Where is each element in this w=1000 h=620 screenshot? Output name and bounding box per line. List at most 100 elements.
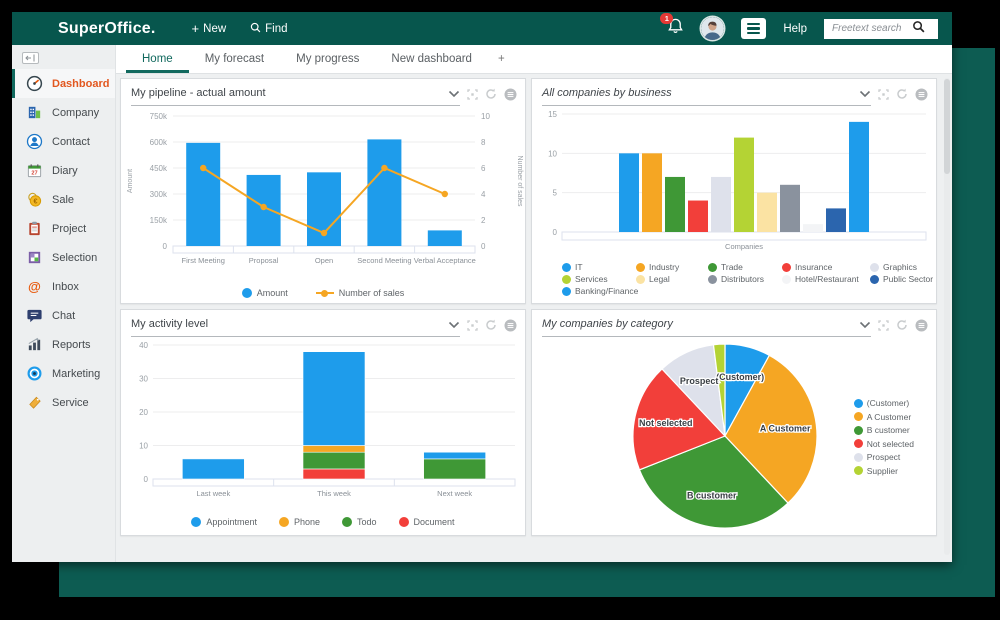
chevron-down-icon[interactable] bbox=[448, 321, 460, 329]
legend-item[interactable]: Todo bbox=[342, 517, 377, 527]
sidebar-item-dashboard[interactable]: Dashboard bbox=[12, 69, 115, 98]
sidebar-item-label: Reports bbox=[52, 339, 91, 351]
main-menu-button[interactable] bbox=[741, 18, 766, 39]
panel-menu-icon[interactable] bbox=[504, 319, 517, 332]
svg-text:Not selected: Not selected bbox=[639, 418, 693, 428]
chat-icon bbox=[25, 307, 43, 324]
sidebar-item-selection[interactable]: Selection bbox=[12, 243, 115, 272]
svg-text:300k: 300k bbox=[150, 190, 168, 199]
refresh-icon[interactable] bbox=[485, 88, 497, 100]
expand-icon[interactable] bbox=[878, 89, 889, 100]
refresh-icon[interactable] bbox=[896, 88, 908, 100]
svg-text:This week: This week bbox=[317, 489, 351, 498]
sale-icon: € bbox=[25, 191, 43, 208]
svg-text:Last week: Last week bbox=[196, 489, 230, 498]
legend-item[interactable]: Insurance bbox=[782, 262, 870, 272]
svg-text:€: € bbox=[33, 197, 37, 205]
legend-item[interactable]: IT bbox=[562, 262, 636, 272]
search-input[interactable] bbox=[830, 22, 912, 35]
sidebar-item-contact[interactable]: Contact bbox=[12, 127, 115, 156]
refresh-icon[interactable] bbox=[896, 319, 908, 331]
legend-item[interactable]: Trade bbox=[708, 262, 782, 272]
panel-menu-icon[interactable] bbox=[915, 319, 928, 332]
activity-level-chart[interactable]: 010203040Last weekThis weekNext week bbox=[121, 337, 525, 505]
legend-item[interactable]: Number of sales bbox=[316, 288, 405, 298]
tab-new-dashboard[interactable]: New dashboard bbox=[375, 45, 488, 73]
find-button[interactable]: Find bbox=[250, 22, 287, 36]
sidebar-item-label: Diary bbox=[52, 165, 78, 177]
legend-item[interactable]: Industry bbox=[636, 262, 708, 272]
legend-item[interactable]: Hotel/Restaurant bbox=[782, 274, 870, 284]
legend-item[interactable]: Banking/Finance bbox=[562, 286, 636, 296]
tab-add[interactable]: + bbox=[488, 45, 515, 73]
legend-item[interactable]: Appointment bbox=[191, 517, 257, 527]
panel-menu-icon[interactable] bbox=[504, 88, 517, 101]
vertical-scrollbar[interactable] bbox=[944, 78, 950, 555]
panel-title: My activity level bbox=[131, 318, 208, 332]
search-icon[interactable] bbox=[912, 20, 925, 38]
scrollbar-thumb[interactable] bbox=[944, 79, 950, 174]
sidebar-item-reports[interactable]: Reports bbox=[12, 330, 115, 359]
new-button[interactable]: + New bbox=[192, 22, 227, 35]
legend-item[interactable]: Phone bbox=[279, 517, 320, 527]
panel-header: All companies by business bbox=[532, 79, 936, 106]
legend-item[interactable]: Graphics bbox=[870, 262, 936, 272]
legend-item[interactable]: Document bbox=[399, 517, 455, 527]
legend-item[interactable]: A Customer bbox=[854, 412, 914, 422]
legend-item[interactable]: Amount bbox=[242, 288, 288, 298]
sidebar-item-label: Inbox bbox=[52, 281, 79, 293]
legend-item[interactable]: Supplier bbox=[854, 466, 914, 476]
svg-text:40: 40 bbox=[139, 341, 148, 350]
chevron-down-icon[interactable] bbox=[448, 90, 460, 98]
panel-title: My pipeline - actual amount bbox=[131, 87, 266, 101]
tab-home[interactable]: Home bbox=[126, 45, 189, 73]
sidebar-item-service[interactable]: Service bbox=[12, 388, 115, 417]
legend-item[interactable]: (Customer) bbox=[854, 398, 914, 408]
chevron-down-icon[interactable] bbox=[859, 90, 871, 98]
companies-by-category-legend: (Customer) A Customer B customer Not select… bbox=[854, 398, 914, 476]
svg-text:150k: 150k bbox=[150, 216, 168, 225]
sidebar-item-sale[interactable]: €Sale bbox=[12, 185, 115, 214]
expand-icon[interactable] bbox=[467, 89, 478, 100]
expand-icon[interactable] bbox=[467, 320, 478, 331]
pipeline-chart[interactable]: 00150k2300k4450k6600k8750k10First Meetin… bbox=[121, 106, 525, 276]
legend-item[interactable]: B customer bbox=[854, 425, 914, 435]
project-icon bbox=[25, 220, 43, 237]
sidebar-item-inbox[interactable]: @Inbox bbox=[12, 272, 115, 301]
panel-menu-icon[interactable] bbox=[915, 88, 928, 101]
svg-text:Prospect: Prospect bbox=[680, 376, 719, 386]
legend-item[interactable]: Distributors bbox=[708, 274, 782, 284]
chevron-down-icon[interactable] bbox=[859, 321, 871, 329]
sidebar-item-diary[interactable]: 27Diary bbox=[12, 156, 115, 185]
help-link[interactable]: Help bbox=[783, 23, 807, 35]
panel-companies-by-category: My companies by category (Customer)A Cus… bbox=[531, 309, 937, 536]
panel-title: All companies by business bbox=[542, 87, 672, 101]
sidebar-item-marketing[interactable]: Marketing bbox=[12, 359, 115, 388]
legend-item[interactable]: Services bbox=[562, 274, 636, 284]
marketing-icon bbox=[25, 365, 43, 382]
svg-text:0: 0 bbox=[144, 475, 149, 484]
panel-activity-level: My activity level 010203040Last weekThis… bbox=[120, 309, 526, 536]
sidebar-item-company[interactable]: Company bbox=[12, 98, 115, 127]
legend-item[interactable]: Not selected bbox=[854, 439, 914, 449]
sidebar-item-project[interactable]: Project bbox=[12, 214, 115, 243]
svg-text:6: 6 bbox=[481, 164, 486, 173]
svg-text:600k: 600k bbox=[150, 138, 168, 147]
companies-by-business-chart[interactable]: 051015Companies bbox=[532, 106, 936, 254]
tab-my-forecast[interactable]: My forecast bbox=[189, 45, 280, 73]
user-avatar[interactable] bbox=[701, 17, 724, 40]
panel-header: My pipeline - actual amount bbox=[121, 79, 525, 106]
tab-my-progress[interactable]: My progress bbox=[280, 45, 375, 73]
expand-icon[interactable] bbox=[878, 320, 889, 331]
sidebar-collapse-button[interactable] bbox=[22, 52, 39, 64]
legend-item[interactable]: Prospect bbox=[854, 452, 914, 462]
refresh-icon[interactable] bbox=[485, 319, 497, 331]
superoffice-logo: SuperOffice. bbox=[58, 20, 156, 38]
legend-item[interactable]: Legal bbox=[636, 274, 708, 284]
service-icon bbox=[25, 394, 43, 411]
svg-text:4: 4 bbox=[481, 190, 486, 199]
sidebar-item-chat[interactable]: Chat bbox=[12, 301, 115, 330]
legend-item[interactable]: Public Sector bbox=[870, 274, 936, 284]
notification-bell[interactable]: 1 bbox=[667, 17, 684, 40]
svg-text:0: 0 bbox=[163, 242, 168, 251]
